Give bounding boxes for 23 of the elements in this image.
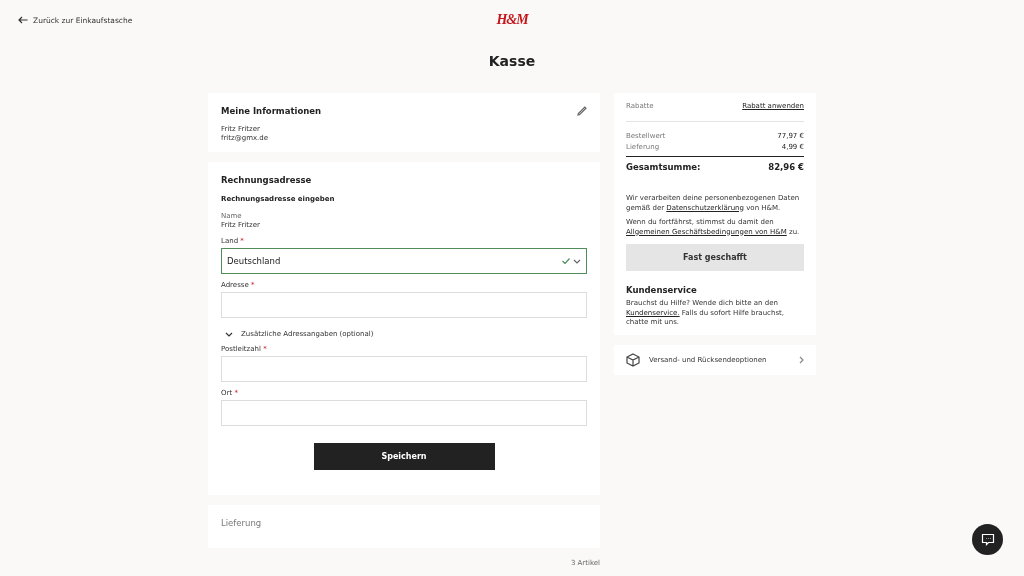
pencil-icon [577, 106, 587, 116]
check-icon [562, 258, 570, 264]
total-label: Gesamtsumme: [626, 162, 701, 172]
section-title: Lieferung [221, 518, 263, 528]
continue-button[interactable]: Fast geschafft [626, 244, 804, 271]
chevron-down-icon [225, 331, 233, 337]
box-icon [626, 352, 640, 367]
input-field[interactable] [221, 356, 587, 382]
chevron-down-icon [573, 258, 581, 264]
logo[interactable]: H&M [496, 12, 528, 28]
input-field[interactable] [221, 292, 587, 318]
chat-icon [980, 533, 995, 546]
back-arrow-icon [18, 16, 28, 24]
country-select[interactable]: Deutschland [221, 248, 587, 274]
chevron-right-icon [799, 355, 804, 364]
section-title: Kundenservice [626, 285, 698, 295]
save-button[interactable]: Speichern [313, 443, 495, 470]
chat-button[interactable] [972, 524, 1003, 555]
page-title: Kasse [487, 53, 537, 69]
section-title: Meine Informationen [221, 106, 322, 116]
section-title: Rechnungsadresse [221, 175, 313, 185]
input-field[interactable] [221, 400, 587, 426]
total-value: 82,96 € [768, 162, 804, 172]
